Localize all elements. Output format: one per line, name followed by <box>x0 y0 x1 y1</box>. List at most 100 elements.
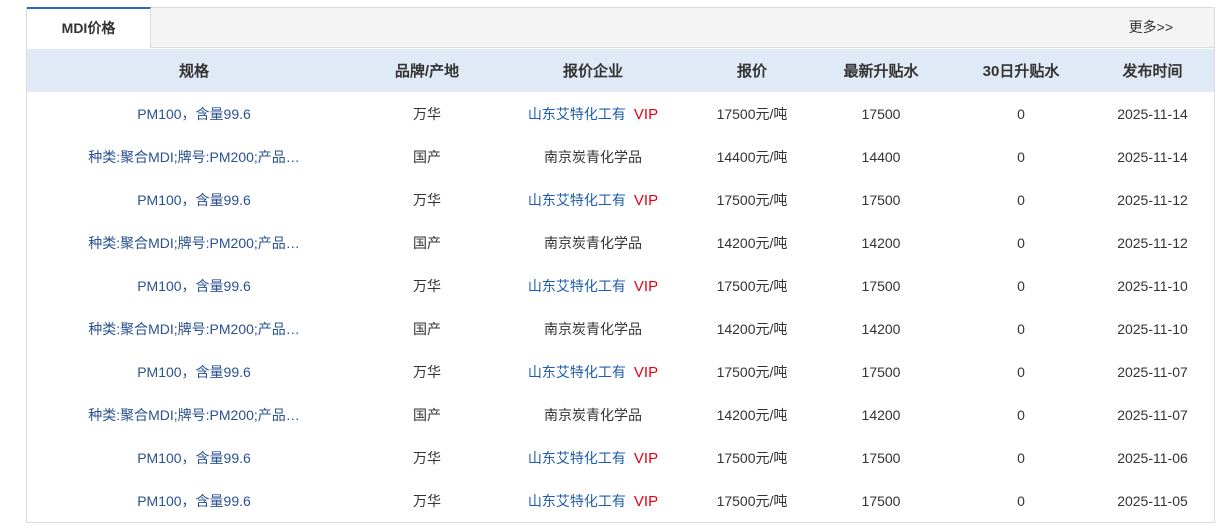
price-cell: 17500元/吨 <box>716 105 788 122</box>
table-header: 规格 品牌/产地 报价企业 报价 最新升贴水 30日升贴水 发布时间 <box>27 49 1214 92</box>
company-name: 南京炭青化学品 <box>544 406 642 423</box>
latest-diff-cell: 17500 <box>861 449 901 466</box>
brand-cell: 万华 <box>413 449 441 466</box>
spec-link[interactable]: PM100，含量99.6 <box>137 192 251 208</box>
spec-cell: PM100，含量99.6 <box>27 92 361 135</box>
vip-badge: VIP <box>633 449 659 467</box>
company-cell: 南京炭青化学品 <box>493 393 693 436</box>
diff-30d-cell: 0 <box>1017 191 1025 208</box>
company-name: 南京炭青化学品 <box>544 320 642 337</box>
spec-cell: PM100，含量99.6 <box>27 178 361 221</box>
company-cell: 山东艾特化工有 VIP <box>493 264 693 307</box>
spec-cell: PM100，含量99.6 <box>27 264 361 307</box>
spec-link[interactable]: 种类:聚合MDI;牌号:PM200;产品… <box>88 149 300 165</box>
table-row: PM100，含量99.6 万华 山东艾特化工有 VIP 17500元/吨 1750… <box>27 350 1214 393</box>
price-cell: 17500元/吨 <box>716 191 788 208</box>
latest-diff-cell: 17500 <box>861 105 901 122</box>
publish-date-cell: 2025-11-10 <box>1117 277 1188 294</box>
spec-link[interactable]: PM100，含量99.6 <box>137 450 251 466</box>
price-cell: 14400元/吨 <box>716 148 788 165</box>
company-cell: 南京炭青化学品 <box>493 135 693 178</box>
table-row: PM100，含量99.6 万华 山东艾特化工有 VIP 17500元/吨 1750… <box>27 264 1214 307</box>
latest-diff-cell: 14400 <box>861 148 901 165</box>
diff-30d-cell: 0 <box>1017 277 1025 294</box>
company-link[interactable]: 山东艾特化工有 <box>528 493 626 509</box>
spec-link[interactable]: 种类:聚合MDI;牌号:PM200;产品… <box>88 321 300 337</box>
brand-cell: 万华 <box>413 492 441 509</box>
company-cell: 山东艾特化工有 VIP <box>493 92 693 135</box>
vip-badge: VIP <box>633 191 659 209</box>
diff-30d-cell: 0 <box>1017 105 1025 122</box>
diff-30d-cell: 0 <box>1017 406 1025 423</box>
more-link[interactable]: 更多>> <box>1129 8 1173 47</box>
spec-link[interactable]: 种类:聚合MDI;牌号:PM200;产品… <box>88 407 300 423</box>
tab-mdi-price[interactable]: MDI价格 <box>27 7 151 48</box>
company-cell: 山东艾特化工有 VIP <box>493 178 693 221</box>
table-row: 种类:聚合MDI;牌号:PM200;产品… 国产 南京炭青化学品 14400元/… <box>27 135 1214 178</box>
vip-badge: VIP <box>633 105 659 123</box>
tab-bar: MDI价格 更多>> <box>27 7 1214 48</box>
latest-diff-cell: 17500 <box>861 363 901 380</box>
latest-diff-cell: 14200 <box>861 406 901 423</box>
company-name: 南京炭青化学品 <box>544 148 642 165</box>
company-cell: 山东艾特化工有 VIP <box>493 350 693 393</box>
brand-cell: 国产 <box>413 406 441 423</box>
publish-date-cell: 2025-11-07 <box>1117 406 1188 423</box>
spec-cell: 种类:聚合MDI;牌号:PM200;产品… <box>27 221 361 264</box>
diff-30d-cell: 0 <box>1017 363 1025 380</box>
header-latest-diff: 最新升贴水 <box>811 49 951 92</box>
table-row: 种类:聚合MDI;牌号:PM200;产品… 国产 南京炭青化学品 14200元/… <box>27 221 1214 264</box>
latest-diff-cell: 17500 <box>861 191 901 208</box>
price-table: 规格 品牌/产地 报价企业 报价 最新升贴水 30日升贴水 发布时间 PM100… <box>27 49 1214 522</box>
vip-badge: VIP <box>633 363 659 381</box>
table-row: 种类:聚合MDI;牌号:PM200;产品… 国产 南京炭青化学品 14200元/… <box>27 393 1214 436</box>
company-link[interactable]: 山东艾特化工有 <box>528 364 626 380</box>
spec-link[interactable]: PM100，含量99.6 <box>137 493 251 509</box>
price-cell: 17500元/吨 <box>716 449 788 466</box>
publish-date-cell: 2025-11-12 <box>1117 234 1188 251</box>
company-cell: 南京炭青化学品 <box>493 307 693 350</box>
spec-link[interactable]: PM100，含量99.6 <box>137 364 251 380</box>
brand-cell: 万华 <box>413 105 441 122</box>
spec-link[interactable]: PM100，含量99.6 <box>137 278 251 294</box>
company-link[interactable]: 山东艾特化工有 <box>528 278 626 294</box>
brand-cell: 国产 <box>413 234 441 251</box>
spec-link[interactable]: 种类:聚合MDI;牌号:PM200;产品… <box>88 235 300 251</box>
latest-diff-cell: 17500 <box>861 492 901 509</box>
price-cell: 14200元/吨 <box>716 406 788 423</box>
company-cell: 南京炭青化学品 <box>493 221 693 264</box>
diff-30d-cell: 0 <box>1017 234 1025 251</box>
vip-badge: VIP <box>633 492 659 510</box>
company-cell: 山东艾特化工有 VIP <box>493 479 693 522</box>
header-publish-date: 发布时间 <box>1091 49 1214 92</box>
spec-link[interactable]: PM100，含量99.6 <box>137 106 251 122</box>
mdi-price-panel: MDI价格 更多>> 规格 品牌/产地 报价企业 报价 最新升贴水 30日升贴水… <box>26 7 1215 523</box>
table-row: PM100，含量99.6 万华 山东艾特化工有 VIP 17500元/吨 1750… <box>27 178 1214 221</box>
company-link[interactable]: 山东艾特化工有 <box>528 106 626 122</box>
price-cell: 17500元/吨 <box>716 277 788 294</box>
spec-cell: 种类:聚合MDI;牌号:PM200;产品… <box>27 393 361 436</box>
diff-30d-cell: 0 <box>1017 449 1025 466</box>
price-cell: 14200元/吨 <box>716 320 788 337</box>
latest-diff-cell: 14200 <box>861 320 901 337</box>
brand-cell: 国产 <box>413 320 441 337</box>
price-cell: 17500元/吨 <box>716 363 788 380</box>
vip-badge: VIP <box>633 277 659 295</box>
spec-cell: 种类:聚合MDI;牌号:PM200;产品… <box>27 307 361 350</box>
header-30d-diff: 30日升贴水 <box>951 49 1091 92</box>
spec-cell: 种类:聚合MDI;牌号:PM200;产品… <box>27 135 361 178</box>
publish-date-cell: 2025-11-14 <box>1117 148 1188 165</box>
diff-30d-cell: 0 <box>1017 148 1025 165</box>
table-row: 种类:聚合MDI;牌号:PM200;产品… 国产 南京炭青化学品 14200元/… <box>27 307 1214 350</box>
brand-cell: 国产 <box>413 148 441 165</box>
publish-date-cell: 2025-11-12 <box>1117 191 1188 208</box>
latest-diff-cell: 14200 <box>861 234 901 251</box>
table-row: PM100，含量99.6 万华 山东艾特化工有 VIP 17500元/吨 1750… <box>27 479 1214 522</box>
company-link[interactable]: 山东艾特化工有 <box>528 192 626 208</box>
latest-diff-cell: 17500 <box>861 277 901 294</box>
diff-30d-cell: 0 <box>1017 492 1025 509</box>
table-row: PM100，含量99.6 万华 山东艾特化工有 VIP 17500元/吨 1750… <box>27 436 1214 479</box>
header-row: 规格 品牌/产地 报价企业 报价 最新升贴水 30日升贴水 发布时间 <box>27 49 1214 92</box>
company-link[interactable]: 山东艾特化工有 <box>528 450 626 466</box>
publish-date-cell: 2025-11-07 <box>1117 363 1188 380</box>
